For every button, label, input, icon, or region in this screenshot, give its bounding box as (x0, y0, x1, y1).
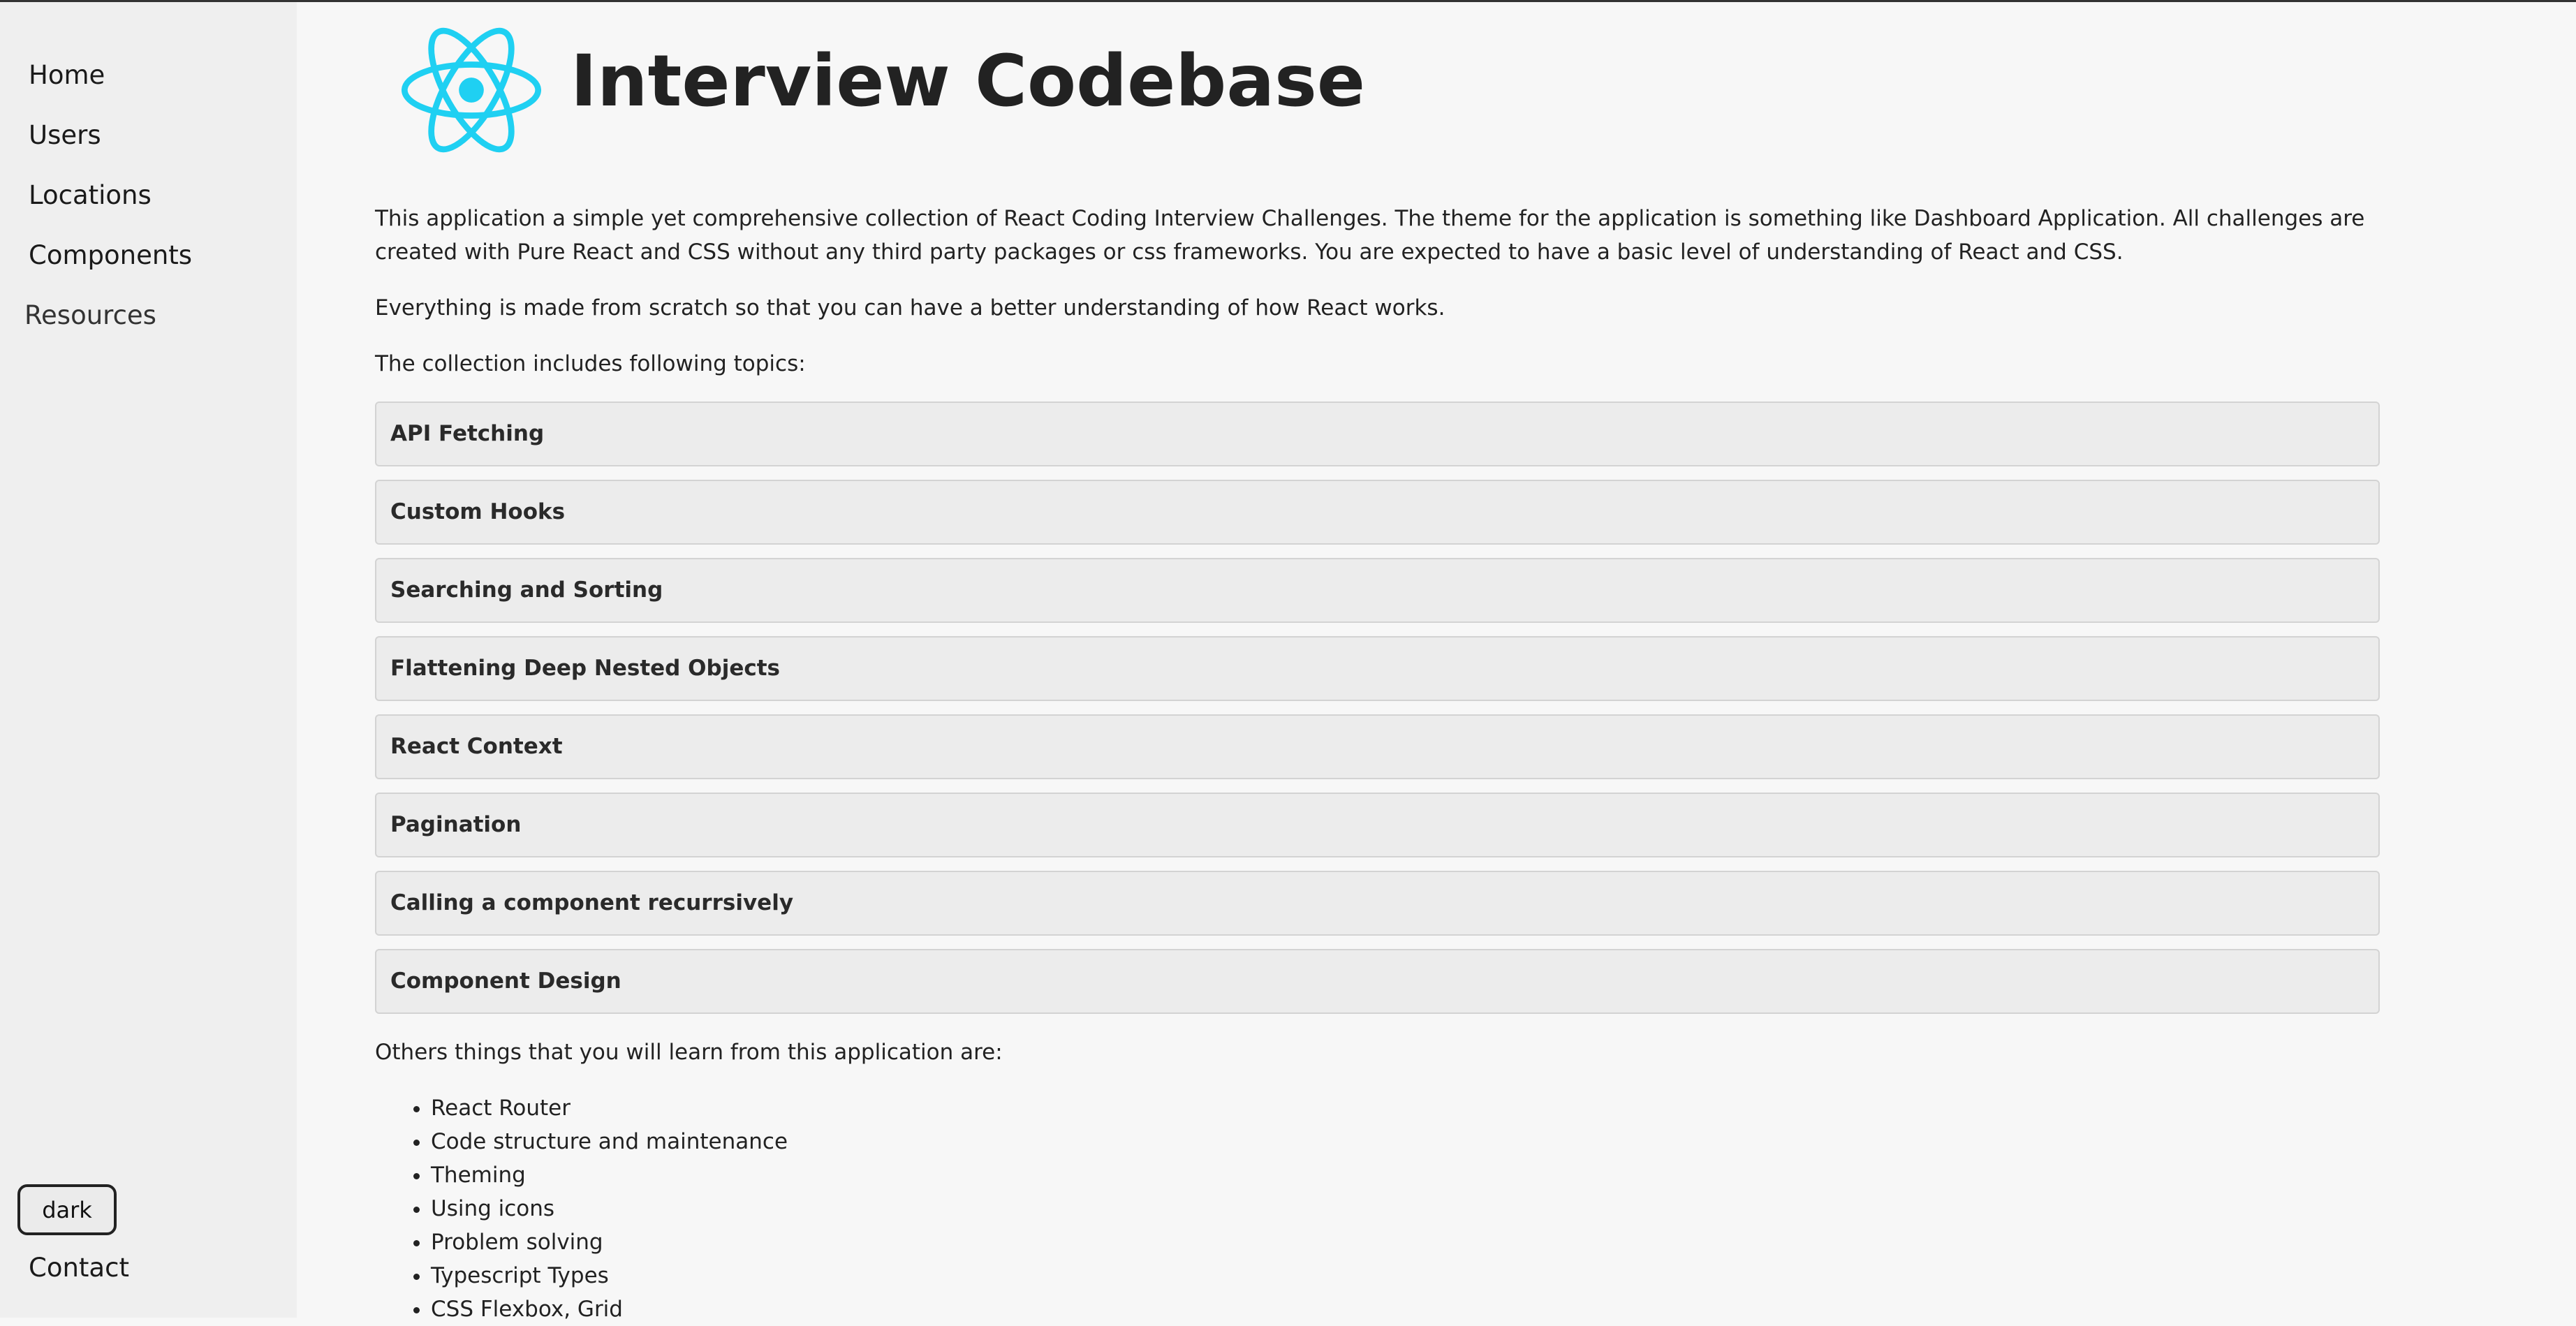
list-item: Problem solving (431, 1225, 788, 1259)
learn-heading: Others things that you will learn from t… (375, 1040, 1003, 1065)
learn-list: React Router Code structure and maintena… (375, 1091, 788, 1326)
sidebar-item-resources[interactable]: Resources (24, 300, 156, 330)
sidebar-item-locations[interactable]: Locations (29, 180, 152, 210)
list-item: CSS Flexbox, Grid (431, 1292, 788, 1326)
topic-recursive-component[interactable]: Calling a component recurrsively (375, 871, 2380, 936)
list-item: Using icons (431, 1192, 788, 1225)
topic-component-design[interactable]: Component Design (375, 949, 2380, 1014)
topic-searching-sorting[interactable]: Searching and Sorting (375, 558, 2380, 623)
intro-paragraph-2: Everything is made from scratch so that … (375, 295, 1445, 321)
topic-custom-hooks[interactable]: Custom Hooks (375, 480, 2380, 545)
list-item: Code structure and maintenance (431, 1125, 788, 1158)
intro-paragraph: This application a simple yet comprehens… (375, 206, 2365, 265)
topic-pagination[interactable]: Pagination (375, 793, 2380, 857)
topics-heading: The collection includes following topics… (375, 351, 806, 376)
sidebar-item-users[interactable]: Users (29, 120, 101, 150)
list-item: React Router (431, 1091, 788, 1125)
list-item: Typescript Types (431, 1259, 788, 1292)
list-item: Theming (431, 1158, 788, 1192)
topic-flattening-objects[interactable]: Flattening Deep Nested Objects (375, 636, 2380, 701)
react-atom-icon (402, 27, 541, 153)
topic-api-fetching[interactable]: API Fetching (375, 402, 2380, 466)
sidebar-item-home[interactable]: Home (29, 60, 105, 90)
theme-toggle-button[interactable]: dark (17, 1184, 117, 1235)
sidebar: Home Users Locations Components Resource… (0, 2, 297, 1318)
topic-react-context[interactable]: React Context (375, 714, 2380, 779)
main-content: Interview Codebase This application a si… (297, 2, 2576, 1322)
sidebar-item-contact[interactable]: Contact (29, 1253, 129, 1283)
sidebar-item-components[interactable]: Components (29, 240, 192, 270)
page-title: Interview Codebase (571, 40, 1366, 123)
